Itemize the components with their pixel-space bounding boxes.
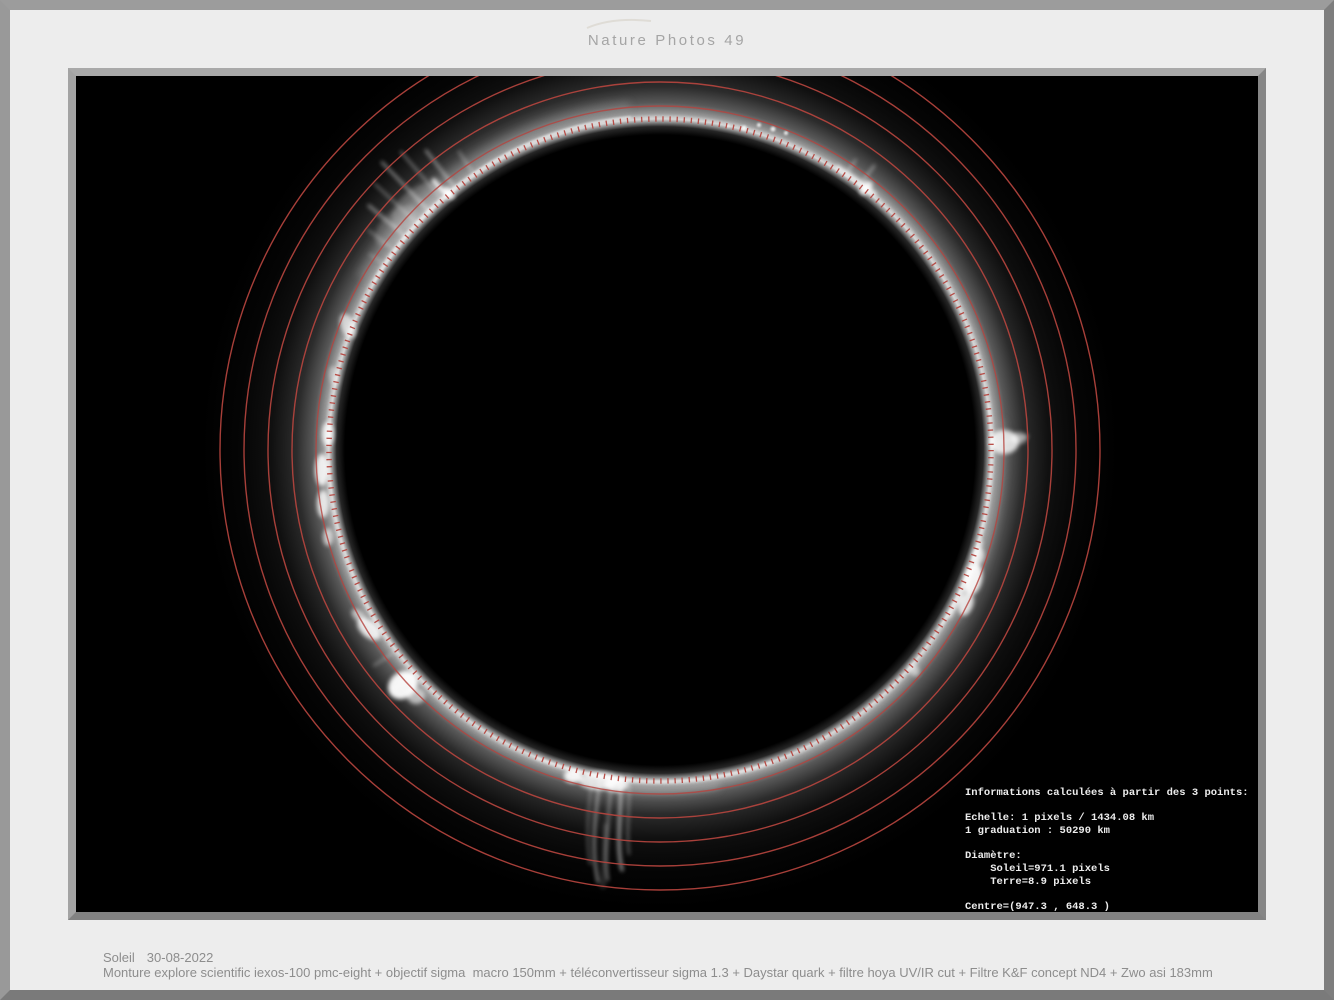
info-line bbox=[965, 889, 1249, 902]
solar-photo: Informations calculées à partir des 3 po… bbox=[76, 76, 1258, 912]
measurement-overlay: Informations calculées à partir des 3 po… bbox=[965, 787, 1249, 912]
photo-caption: Soleil 30-08-2022Monture explore scientif… bbox=[103, 950, 1324, 980]
info-line: 1 graduation : 50290 km bbox=[965, 825, 1110, 838]
info-line: Informations calculées à partir des 3 po… bbox=[965, 787, 1249, 799]
gallery-title: Nature Photos 49 bbox=[587, 32, 747, 49]
swoosh-stroke bbox=[586, 18, 652, 29]
info-line: Soleil=971.1 pixels bbox=[965, 863, 1110, 876]
caption-subject: Soleil bbox=[103, 950, 135, 965]
info-line: Echelle: 1 pixels / 1434.08 km bbox=[965, 812, 1155, 825]
photo-frame: Informations calculées à partir des 3 po… bbox=[68, 68, 1266, 920]
info-line: Terre=8.9 pixels bbox=[965, 875, 1092, 888]
framed-print: Nature Photos 49 Informations calculées … bbox=[0, 0, 1334, 1000]
info-line bbox=[965, 838, 1249, 851]
info-line: Centre=(947.3 , 648.3 ) bbox=[965, 901, 1110, 912]
info-line: Diamètre: bbox=[965, 850, 1022, 863]
caption-date: 30-08-2022 bbox=[146, 950, 214, 965]
info-line bbox=[965, 800, 1249, 813]
caption-equipment: Monture explore scientific iexos-100 pmc… bbox=[103, 965, 1213, 980]
decorative-swoosh bbox=[586, 18, 652, 29]
